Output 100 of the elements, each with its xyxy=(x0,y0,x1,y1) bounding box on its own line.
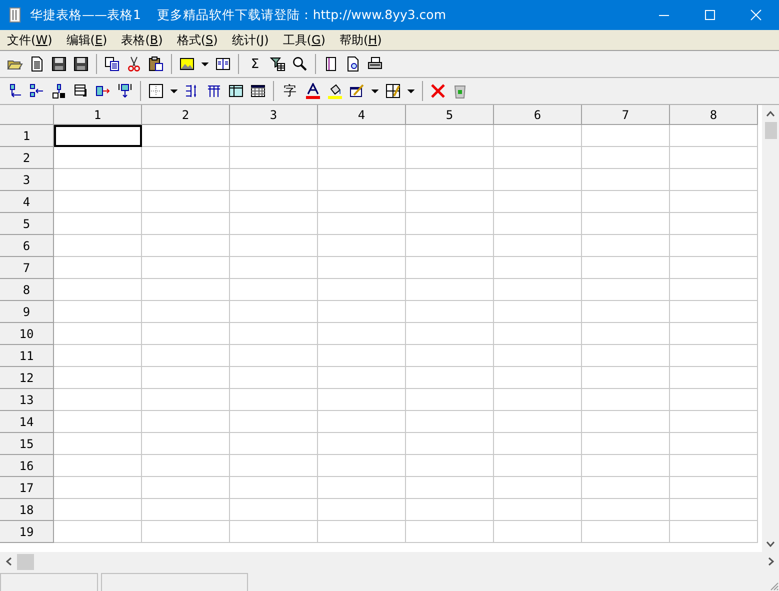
printer-icon[interactable] xyxy=(367,56,383,72)
table-cell[interactable] xyxy=(142,279,230,301)
table-cell[interactable] xyxy=(318,213,406,235)
table-cell[interactable] xyxy=(406,191,494,213)
picture-icon[interactable] xyxy=(179,56,195,72)
table-cell[interactable] xyxy=(230,345,318,367)
menu-item[interactable]: 编辑(E) xyxy=(59,32,114,48)
table-cell[interactable] xyxy=(406,213,494,235)
table-cell[interactable] xyxy=(582,499,670,521)
table-cell[interactable] xyxy=(406,521,494,543)
table-cell[interactable] xyxy=(670,433,758,455)
table-cell[interactable] xyxy=(54,235,142,257)
table-cell[interactable] xyxy=(494,345,582,367)
table-cell[interactable] xyxy=(142,213,230,235)
table-cell[interactable] xyxy=(54,521,142,543)
table-cell[interactable] xyxy=(406,477,494,499)
table-cell[interactable] xyxy=(582,147,670,169)
move-down-icon[interactable] xyxy=(117,83,133,99)
table-cell[interactable] xyxy=(142,455,230,477)
menu-item[interactable]: 格式(S) xyxy=(170,32,225,48)
table-cell[interactable] xyxy=(230,499,318,521)
table-cell[interactable] xyxy=(54,367,142,389)
table-cell[interactable] xyxy=(230,323,318,345)
table-cell[interactable] xyxy=(318,191,406,213)
table-cell[interactable] xyxy=(406,257,494,279)
row-header[interactable]: 3 xyxy=(0,169,54,191)
table-cell[interactable] xyxy=(318,279,406,301)
copy-icon[interactable] xyxy=(104,56,120,72)
table-cell[interactable] xyxy=(318,367,406,389)
table-cell[interactable] xyxy=(230,301,318,323)
table-cell[interactable] xyxy=(582,433,670,455)
table-cell[interactable] xyxy=(54,389,142,411)
table-cell[interactable] xyxy=(142,433,230,455)
table-cell[interactable] xyxy=(582,389,670,411)
table-cell[interactable] xyxy=(582,323,670,345)
table-cell[interactable] xyxy=(230,411,318,433)
table-cell[interactable] xyxy=(582,213,670,235)
table-cell[interactable] xyxy=(406,367,494,389)
row-header[interactable]: 9 xyxy=(0,301,54,323)
print-preview-icon[interactable] xyxy=(345,56,361,72)
table-cell[interactable] xyxy=(494,301,582,323)
table-cell[interactable] xyxy=(494,191,582,213)
table-cell[interactable] xyxy=(142,345,230,367)
table-cell[interactable] xyxy=(406,323,494,345)
table-cell[interactable] xyxy=(142,257,230,279)
table-cell[interactable] xyxy=(494,433,582,455)
table-cell[interactable] xyxy=(406,279,494,301)
table-cell[interactable] xyxy=(406,411,494,433)
table-cell[interactable] xyxy=(142,367,230,389)
menu-item[interactable]: 统计(J) xyxy=(224,32,276,48)
table-cell[interactable] xyxy=(54,477,142,499)
table-cell[interactable] xyxy=(582,235,670,257)
table-cell[interactable] xyxy=(582,367,670,389)
clipboard-icon[interactable] xyxy=(148,56,164,72)
scrollbar-thumb[interactable] xyxy=(17,554,34,570)
insert-cells-icon[interactable] xyxy=(29,83,45,99)
table-cell[interactable] xyxy=(230,147,318,169)
table-cell[interactable] xyxy=(318,125,406,147)
menu-item[interactable]: 工具(G) xyxy=(276,32,332,48)
table-cell[interactable] xyxy=(54,411,142,433)
table-cell[interactable] xyxy=(494,125,582,147)
table-cell[interactable] xyxy=(318,455,406,477)
column-header[interactable]: 7 xyxy=(582,105,670,125)
delete-row-icon[interactable] xyxy=(73,83,89,99)
table-cell[interactable] xyxy=(670,345,758,367)
table-cell[interactable] xyxy=(582,455,670,477)
row-header[interactable]: 16 xyxy=(0,455,54,477)
table-cell[interactable] xyxy=(670,411,758,433)
table-cell[interactable] xyxy=(230,125,318,147)
column-header[interactable]: 1 xyxy=(54,105,142,125)
row-divider-icon[interactable] xyxy=(206,83,222,99)
table-cell[interactable] xyxy=(54,301,142,323)
table-cell[interactable] xyxy=(54,169,142,191)
table-cell[interactable] xyxy=(142,301,230,323)
scissors-icon[interactable] xyxy=(126,56,142,72)
table-cell[interactable] xyxy=(230,477,318,499)
table-cell[interactable] xyxy=(670,301,758,323)
table-cell[interactable] xyxy=(494,323,582,345)
table-cell[interactable] xyxy=(54,279,142,301)
table-cell[interactable] xyxy=(670,279,758,301)
maximize-icon[interactable] xyxy=(704,9,716,21)
move-right-icon[interactable] xyxy=(95,83,111,99)
table-cell[interactable] xyxy=(406,345,494,367)
table-cell[interactable] xyxy=(582,477,670,499)
table-cell[interactable] xyxy=(670,455,758,477)
x-mark-icon[interactable] xyxy=(430,83,446,99)
row-header[interactable]: 1 xyxy=(0,125,54,147)
row-header[interactable]: 15 xyxy=(0,433,54,455)
table-cell[interactable] xyxy=(318,301,406,323)
table-cell[interactable] xyxy=(318,521,406,543)
table-cell[interactable] xyxy=(230,521,318,543)
table-cell[interactable] xyxy=(582,279,670,301)
resize-grip-icon[interactable] xyxy=(769,581,779,591)
row-header[interactable]: 7 xyxy=(0,257,54,279)
table-cell[interactable] xyxy=(406,125,494,147)
row-header[interactable]: 19 xyxy=(0,521,54,543)
table-cell[interactable] xyxy=(406,147,494,169)
table-cell[interactable] xyxy=(494,455,582,477)
row-header[interactable]: 2 xyxy=(0,147,54,169)
table-cell[interactable] xyxy=(582,257,670,279)
